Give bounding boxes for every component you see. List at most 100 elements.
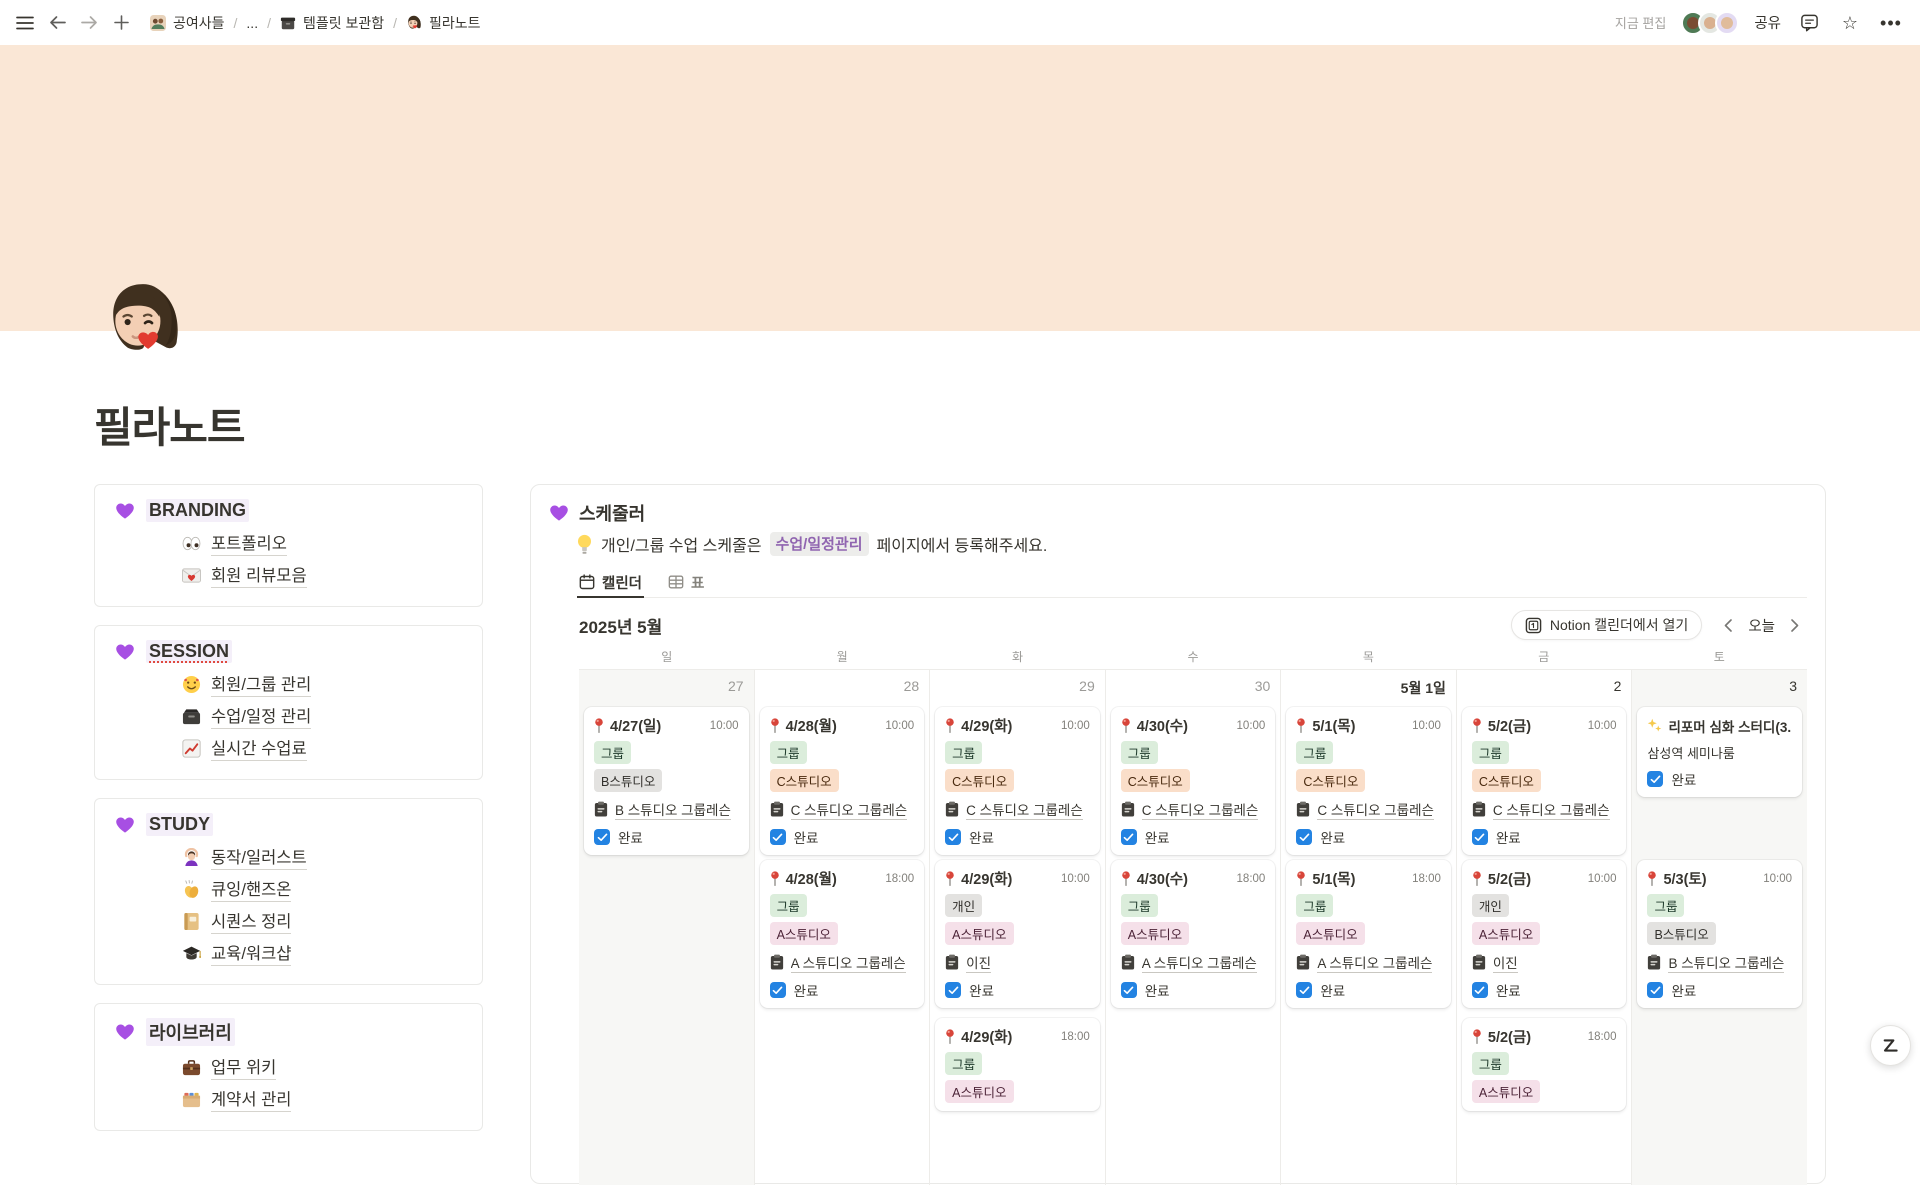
sidebar-page-link[interactable]: 동작/일러스트 [211, 844, 307, 870]
section-header: SESSION [115, 640, 464, 663]
checkbox-checked[interactable] [945, 982, 961, 998]
event-page-link[interactable]: C 스튜디오 그룹레슨 [966, 799, 1083, 820]
favorite-button[interactable]: ☆ [1837, 10, 1863, 36]
floating-action-button[interactable] [1870, 1025, 1911, 1066]
checkbox-checked[interactable] [1296, 829, 1312, 845]
event-card[interactable]: 4/30(수)18:00그룹A스튜디오A 스튜디오 그룹레슨완료 [1111, 860, 1276, 1008]
new-page-button[interactable] [108, 10, 134, 36]
tag-chip-green: 그룹 [594, 741, 631, 764]
page-icon-memoji[interactable] [102, 280, 184, 362]
event-link-row: C 스튜디오 그룹레슨 [770, 799, 915, 819]
event-card[interactable]: 4/28(월)18:00그룹A스튜디오A 스튜디오 그룹레슨완료 [760, 860, 925, 1008]
sidebar-page-link[interactable]: 계약서 관리 [211, 1086, 291, 1112]
calendar-day-cell-화[interactable]: 294/29(화)10:00그룹C스튜디오C 스튜디오 그룹레슨완료4/29(화… [929, 670, 1105, 1185]
page-cover[interactable] [0, 45, 1920, 331]
clipboard-icon [1296, 801, 1310, 817]
z-glyph-icon [1881, 1036, 1900, 1055]
event-card[interactable]: 5/3(토)10:00그룹B스튜디오B 스튜디오 그룹레슨완료 [1637, 860, 1802, 1008]
event-time: 18:00 [1237, 873, 1266, 885]
breadcrumb-item[interactable]: 필라노트 [402, 11, 485, 35]
share-button[interactable]: 공유 [1754, 12, 1781, 33]
bulb-icon [576, 534, 593, 555]
event-page-link[interactable]: C 스튜디오 그룹레슨 [791, 799, 908, 820]
event-page-link[interactable]: C 스튜디오 그룹레슨 [1493, 799, 1610, 820]
event-card[interactable]: 5/1(목)10:00그룹C스튜디오C 스튜디오 그룹레슨완료 [1286, 707, 1451, 855]
checkbox-checked[interactable] [1647, 771, 1663, 787]
event-page-link[interactable]: A 스튜디오 그룹레슨 [1142, 952, 1257, 973]
event-card[interactable]: 4/29(화)18:00그룹A스튜디오 [935, 1018, 1100, 1111]
event-page-link[interactable]: A 스튜디오 그룹레슨 [791, 952, 906, 973]
sidebar-page-link[interactable]: 회원/그룹 관리 [211, 671, 311, 697]
page-mention-chip[interactable]: 수업/일정관리 [770, 532, 869, 556]
checkbox-checked[interactable] [945, 829, 961, 845]
tab-표[interactable]: 표 [668, 567, 704, 597]
checkbox-checked[interactable] [770, 982, 786, 998]
prev-month-button[interactable] [1716, 613, 1740, 637]
clipboard-icon [1121, 954, 1135, 970]
checkbox-checked[interactable] [1472, 829, 1488, 845]
section-title: 라이브러리 [146, 1018, 235, 1046]
forward-button[interactable] [76, 10, 102, 36]
chevron-right-icon [1791, 619, 1799, 632]
page-title[interactable]: 필라노트 [94, 394, 245, 455]
calendar-day-cell-일[interactable]: 274/27(일)10:00그룹B스튜디오B 스튜디오 그룹레슨완료 [579, 670, 754, 1185]
today-button[interactable]: 오늘 [1748, 615, 1775, 636]
sidebar-page-link[interactable]: 큐잉/핸즈온 [211, 876, 291, 902]
event-page-link[interactable]: 이진 [1493, 952, 1518, 973]
breadcrumb-item[interactable]: 템플릿 보관함 [276, 11, 388, 35]
sidebar-page-link[interactable]: 실시간 수업료 [211, 735, 307, 761]
calendar-day-cell-수[interactable]: 304/30(수)10:00그룹C스튜디오C 스튜디오 그룹레슨완료4/30(수… [1105, 670, 1281, 1185]
event-page-link[interactable]: A 스튜디오 그룹레슨 [1317, 952, 1432, 973]
event-card[interactable]: 4/29(화)10:00그룹C스튜디오C 스튜디오 그룹레슨완료 [935, 707, 1100, 855]
checkbox-checked[interactable] [594, 829, 610, 845]
event-card[interactable]: 4/28(월)10:00그룹C스튜디오C 스튜디오 그룹레슨완료 [760, 707, 925, 855]
sidebar-page-link[interactable]: 시퀀스 정리 [211, 908, 291, 934]
tag-chip-pink: A스튜디오 [770, 922, 838, 945]
checkbox-checked[interactable] [1296, 982, 1312, 998]
open-notion-calendar-button[interactable]: Notion 캘린더에서 열기 [1511, 610, 1702, 640]
calendar-day-cell-토[interactable]: 3리포머 심화 스터디(3...삼성역 세미나룸완료5/3(토)10:00그룹B… [1631, 670, 1807, 1185]
sidebar-page-link[interactable]: 포트폴리오 [211, 530, 287, 556]
tab-캘린더[interactable]: 캘린더 [579, 567, 642, 597]
calendar-day-cell-월[interactable]: 284/28(월)10:00그룹C스튜디오C 스튜디오 그룹레슨완료4/28(월… [754, 670, 930, 1185]
sidebar-menu-button[interactable] [12, 10, 38, 36]
checkbox-checked[interactable] [1121, 982, 1137, 998]
sidebar-page-link[interactable]: 교육/워크샵 [211, 940, 291, 966]
event-date: 4/28(월) [786, 868, 837, 889]
sidebar-page-link[interactable]: 업무 위키 [211, 1054, 276, 1080]
view-tabs: 캘린더 표 [579, 567, 1807, 598]
collaborator-avatars[interactable] [1681, 11, 1739, 35]
sidebar-page-link[interactable]: 수업/일정 관리 [211, 703, 311, 729]
event-card[interactable]: 리포머 심화 스터디(3...삼성역 세미나룸완료 [1637, 707, 1802, 797]
comments-button[interactable] [1796, 10, 1822, 36]
calendar-day-cell-목[interactable]: 5월 1일5/1(목)10:00그룹C스튜디오C 스튜디오 그룹레슨완료5/1(… [1280, 670, 1456, 1185]
next-month-button[interactable] [1783, 613, 1807, 637]
pushpin-icon [1472, 871, 1482, 887]
breadcrumb-item[interactable]: 공여사들 [146, 11, 229, 35]
event-card[interactable]: 5/2(금)10:00그룹C스튜디오C 스튜디오 그룹레슨완료 [1462, 707, 1627, 855]
clipboard-icon [1647, 954, 1661, 970]
event-card[interactable]: 4/30(수)10:00그룹C스튜디오C 스튜디오 그룹레슨완료 [1111, 707, 1276, 855]
event-page-link[interactable]: C 스튜디오 그룹레슨 [1317, 799, 1434, 820]
checkbox-checked[interactable] [1121, 829, 1137, 845]
event-time: 10:00 [710, 720, 739, 732]
back-button[interactable] [44, 10, 70, 36]
event-card[interactable]: 4/27(일)10:00그룹B스튜디오B 스튜디오 그룹레슨완료 [584, 707, 749, 855]
more-options-button[interactable]: ••• [1878, 10, 1904, 36]
checkbox-checked[interactable] [770, 829, 786, 845]
checkbox-checked[interactable] [1472, 982, 1488, 998]
event-card[interactable]: 5/1(목)18:00그룹A스튜디오A 스튜디오 그룹레슨완료 [1286, 860, 1451, 1008]
calendar-day-cell-금[interactable]: 25/2(금)10:00그룹C스튜디오C 스튜디오 그룹레슨완료5/2(금)10… [1456, 670, 1632, 1185]
event-page-link[interactable]: C 스튜디오 그룹레슨 [1142, 799, 1259, 820]
checkbox-checked[interactable] [1647, 982, 1663, 998]
event-page-link[interactable]: B 스튜디오 그룹레슨 [1668, 952, 1784, 973]
sidebar-page-link[interactable]: 회원 리뷰모음 [211, 562, 307, 588]
event-card[interactable]: 5/2(금)18:00그룹A스튜디오 [1462, 1018, 1627, 1111]
event-link-row: B 스튜디오 그룹레슨 [1647, 952, 1792, 972]
event-page-link[interactable]: B 스튜디오 그룹레슨 [615, 799, 731, 820]
breadcrumb-ellipsis[interactable]: ... [242, 13, 262, 33]
event-card[interactable]: 4/29(화)10:00개인A스튜디오이진완료 [935, 860, 1100, 1008]
calendar-toolbar: 2025년 5월 Notion 캘린더에서 열기 오늘 [579, 609, 1807, 641]
event-page-link[interactable]: 이진 [966, 952, 991, 973]
event-card[interactable]: 5/2(금)10:00개인A스튜디오이진완료 [1462, 860, 1627, 1008]
